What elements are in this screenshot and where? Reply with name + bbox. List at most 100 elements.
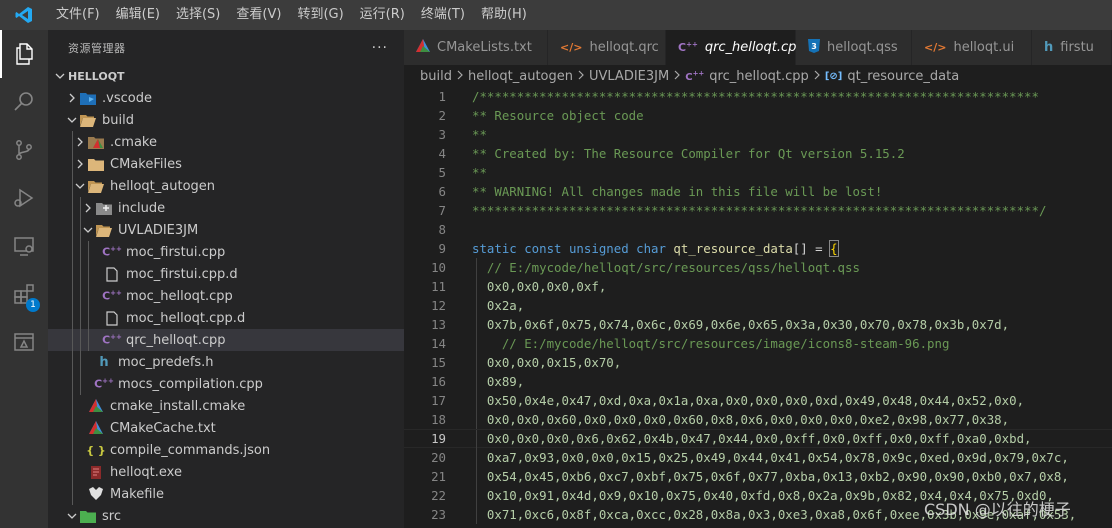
code-line[interactable]: 11 0x0,0x0,0x0,0xf, <box>404 277 1112 296</box>
code-line[interactable]: 15 0x0,0x0,0x15,0x70, <box>404 353 1112 372</box>
tree-item[interactable]: moc_helloqt.cpp.d <box>48 307 404 329</box>
indent-guide <box>72 439 73 461</box>
tree-item[interactable]: include <box>48 197 404 219</box>
code-token: static const unsigned char <box>472 241 674 256</box>
menu-item[interactable]: 终端(T) <box>413 0 473 30</box>
breadcrumb-item[interactable]: qt_resource_data <box>847 69 959 84</box>
indent-guide <box>88 307 89 329</box>
tree-item[interactable]: UVLADIE3JM <box>48 219 404 241</box>
code-line[interactable]: 10 // E:/mycode/helloqt/src/resources/qs… <box>404 258 1112 277</box>
breadcrumb-item[interactable]: build <box>420 69 452 84</box>
code-line[interactable]: 3 ** <box>404 125 1112 144</box>
tree-item[interactable]: moc_firstui.cpp.d <box>48 263 404 285</box>
tab-qrc-helloqt-cpp[interactable]: C++qrc_helloqt.cpp× <box>666 30 826 65</box>
code-text: ** WARNING! All changes made in this fil… <box>446 184 882 199</box>
breadcrumb: build helloqt_autogen UVLADIE3JM C++ qrc_hel… <box>404 65 1112 87</box>
remote-window-icon[interactable] <box>0 318 48 366</box>
tree-item[interactable]: src <box>48 505 404 527</box>
code-line[interactable]: 8 <box>404 220 1112 239</box>
menu-item[interactable]: 选择(S) <box>168 0 228 30</box>
tree-item[interactable]: C++ mocs_compilation.cpp <box>48 373 404 395</box>
breadcrumb-item[interactable]: helloqt_autogen <box>468 69 573 84</box>
code-line[interactable]: 7 ***************************************… <box>404 201 1112 220</box>
menu-item[interactable]: 转到(G) <box>289 0 351 30</box>
code-line[interactable]: 9 static const unsigned char qt_resource_… <box>404 239 1112 258</box>
src-folder-icon <box>80 508 96 524</box>
tree-item[interactable]: C++ qrc_helloqt.cpp <box>48 329 404 351</box>
code-editor[interactable]: 1 /**************************************… <box>404 87 1112 528</box>
code-token: ** <box>472 165 487 180</box>
code-line[interactable]: 5 ** <box>404 163 1112 182</box>
indent-guide <box>476 505 477 524</box>
code-line[interactable]: 6 ** WARNING! All changes made in this fi… <box>404 182 1112 201</box>
tree-item[interactable]: CMakeCache.txt <box>48 417 404 439</box>
tree-item[interactable]: CMakeFiles <box>48 153 404 175</box>
code-line[interactable]: 1 /**************************************… <box>404 87 1112 106</box>
tab-helloqt-qrc[interactable]: </> helloqt.qrc <box>548 30 666 65</box>
more-actions-button[interactable]: ··· <box>372 40 388 56</box>
code-line[interactable]: 12 0x2a, <box>404 296 1112 315</box>
indent-guide <box>72 175 73 197</box>
tree-item[interactable]: .vscode <box>48 87 404 109</box>
tab-firstu[interactable]: h firstu <box>1032 30 1112 65</box>
indent-guide <box>72 285 73 307</box>
extensions-icon[interactable]: 1 <box>0 270 48 318</box>
source-control-icon[interactable] <box>0 126 48 174</box>
css-file-icon: 3 <box>808 39 820 56</box>
tree-item-label: moc_helloqt.cpp <box>126 288 233 304</box>
tree-item-label: cmake_install.cmake <box>110 398 246 414</box>
cpp-file-icon: C++ <box>102 245 122 259</box>
menu-item[interactable]: 帮助(H) <box>473 0 535 30</box>
code-line[interactable]: 2 ** Resource object code <box>404 106 1112 125</box>
menu-item[interactable]: 编辑(E) <box>108 0 168 30</box>
code-line[interactable]: 17 0x50,0x4e,0x47,0xd,0xa,0x1a,0xa,0x0,0… <box>404 391 1112 410</box>
breadcrumb-item[interactable]: UVLADIE3JM <box>589 69 669 84</box>
tree-item[interactable]: helloqt_autogen <box>48 175 404 197</box>
code-line[interactable]: 14 // E:/mycode/helloqt/src/resources/im… <box>404 334 1112 353</box>
tree-item[interactable]: h moc_predefs.h <box>48 351 404 373</box>
tab-label: CMakeLists.txt <box>437 40 532 55</box>
code-line[interactable]: 16 0x89, <box>404 372 1112 391</box>
tree-item[interactable]: cmake_install.cmake <box>48 395 404 417</box>
line-number: 3 <box>438 127 446 142</box>
code-line[interactable]: 19 0x0,0x0,0x0,0x6,0x62,0x4b,0x47,0x44,0… <box>404 429 1112 449</box>
tab-helloqt-ui[interactable]: </> helloqt.ui <box>912 30 1032 65</box>
code-text: ** <box>446 165 487 180</box>
h-file-icon: h <box>99 354 109 370</box>
tree-item[interactable]: helloqt.exe <box>48 461 404 483</box>
breadcrumb-item[interactable]: qrc_helloqt.cpp <box>709 69 809 84</box>
explorer-icon[interactable] <box>0 30 48 78</box>
code-line[interactable]: 13 0x7b,0x6f,0x75,0x74,0x6c,0x69,0x6e,0x… <box>404 315 1112 334</box>
run-debug-icon[interactable] <box>0 174 48 222</box>
chevron-right-icon <box>64 90 80 106</box>
tree-item[interactable]: build <box>48 109 404 131</box>
menu-item[interactable]: 查看(V) <box>228 0 289 30</box>
indent-guide <box>80 307 81 329</box>
remote-explorer-icon[interactable] <box>0 222 48 270</box>
code-line[interactable]: 20 0xa7,0x93,0x0,0x0,0x15,0x25,0x49,0x44… <box>404 448 1112 467</box>
workspace-section-header[interactable]: HELLOQT <box>48 65 404 87</box>
code-line[interactable]: 18 0x0,0x0,0x60,0x0,0x0,0x0,0x60,0x8,0x6… <box>404 410 1112 429</box>
line-number: 11 <box>431 279 446 294</box>
menu-item[interactable]: 运行(R) <box>352 0 413 30</box>
code-line[interactable]: 21 0x54,0x45,0xb6,0xc7,0xbf,0x75,0x6f,0x… <box>404 467 1112 486</box>
tree-item[interactable]: Makefile <box>48 483 404 505</box>
code-line[interactable]: 4 ** Created by: The Resource Compiler fo… <box>404 144 1112 163</box>
tree-item[interactable]: C++ moc_helloqt.cpp <box>48 285 404 307</box>
tree-item[interactable]: C++ moc_firstui.cpp <box>48 241 404 263</box>
tree-item-label: CMakeCache.txt <box>110 420 216 436</box>
extensions-badge: 1 <box>26 298 40 312</box>
menu-item[interactable]: 文件(F) <box>48 0 108 30</box>
svg-text:3: 3 <box>811 42 817 51</box>
line-number: 6 <box>438 184 446 199</box>
tab-helloqt-qss[interactable]: 3 helloqt.qss <box>796 30 912 65</box>
tree-item[interactable]: .cmake <box>48 131 404 153</box>
code-token: [] = <box>792 241 831 256</box>
code-token: 0x54,0x45,0xb6,0xc7,0xbf,0x75,0x6f,0x77,… <box>472 469 1069 484</box>
tab-cmakelists-txt[interactable]: CMakeLists.txt <box>404 30 548 65</box>
chevron-down-icon <box>64 508 80 524</box>
search-icon[interactable] <box>0 78 48 126</box>
tree-item[interactable]: { } compile_commands.json <box>48 439 404 461</box>
